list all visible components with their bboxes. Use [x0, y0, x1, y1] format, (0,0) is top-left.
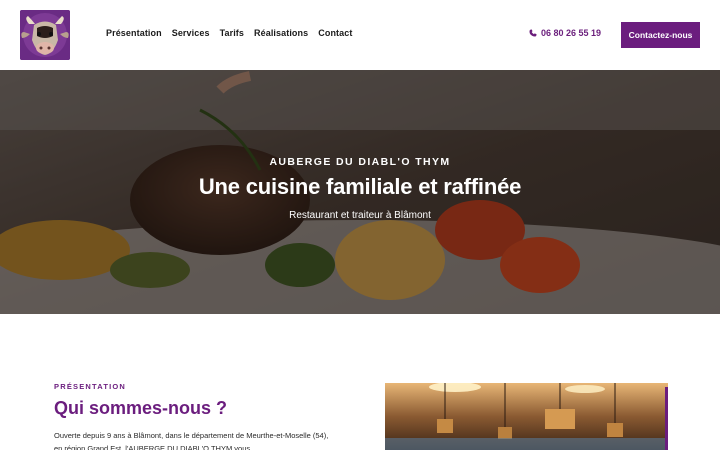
nav-item-services[interactable]: Services [172, 28, 210, 38]
cow-logo-icon [20, 10, 70, 60]
phone-icon [529, 29, 537, 37]
nav-item-contact[interactable]: Contact [318, 28, 352, 38]
nav-item-realisations[interactable]: Réalisations [254, 28, 308, 38]
hero-title: Une cuisine familiale et raffinée [198, 174, 522, 199]
dining-room-photo [385, 383, 668, 450]
site-logo[interactable] [20, 10, 70, 60]
contact-button[interactable]: Contactez-nous [621, 22, 700, 48]
main-nav: Présentation Services Tarifs Réalisation… [106, 28, 352, 38]
hero-kicker: AUBERGE DU DIABL'O THYM [269, 156, 451, 168]
hero-subtitle: Restaurant et traiteur à Blâmont [289, 210, 431, 221]
section-kicker: PRÉSENTATION [54, 382, 127, 391]
hero-banner: AUBERGE DU DIABL'O THYM Une cuisine fami… [0, 70, 720, 314]
nav-item-tarifs[interactable]: Tarifs [220, 28, 244, 38]
site-header: Présentation Services Tarifs Réalisation… [0, 0, 720, 70]
restaurant-interior-image [385, 383, 668, 450]
image-accent-bar [665, 387, 668, 450]
phone-link[interactable]: 06 80 26 55 19 [529, 28, 601, 38]
section-text: Ouverte depuis 9 ans à Blâmont, dans le … [54, 431, 329, 450]
nav-item-presentation[interactable]: Présentation [106, 28, 162, 38]
phone-number: 06 80 26 55 19 [541, 28, 602, 38]
section-title: Qui sommes-nous ? [54, 398, 228, 418]
